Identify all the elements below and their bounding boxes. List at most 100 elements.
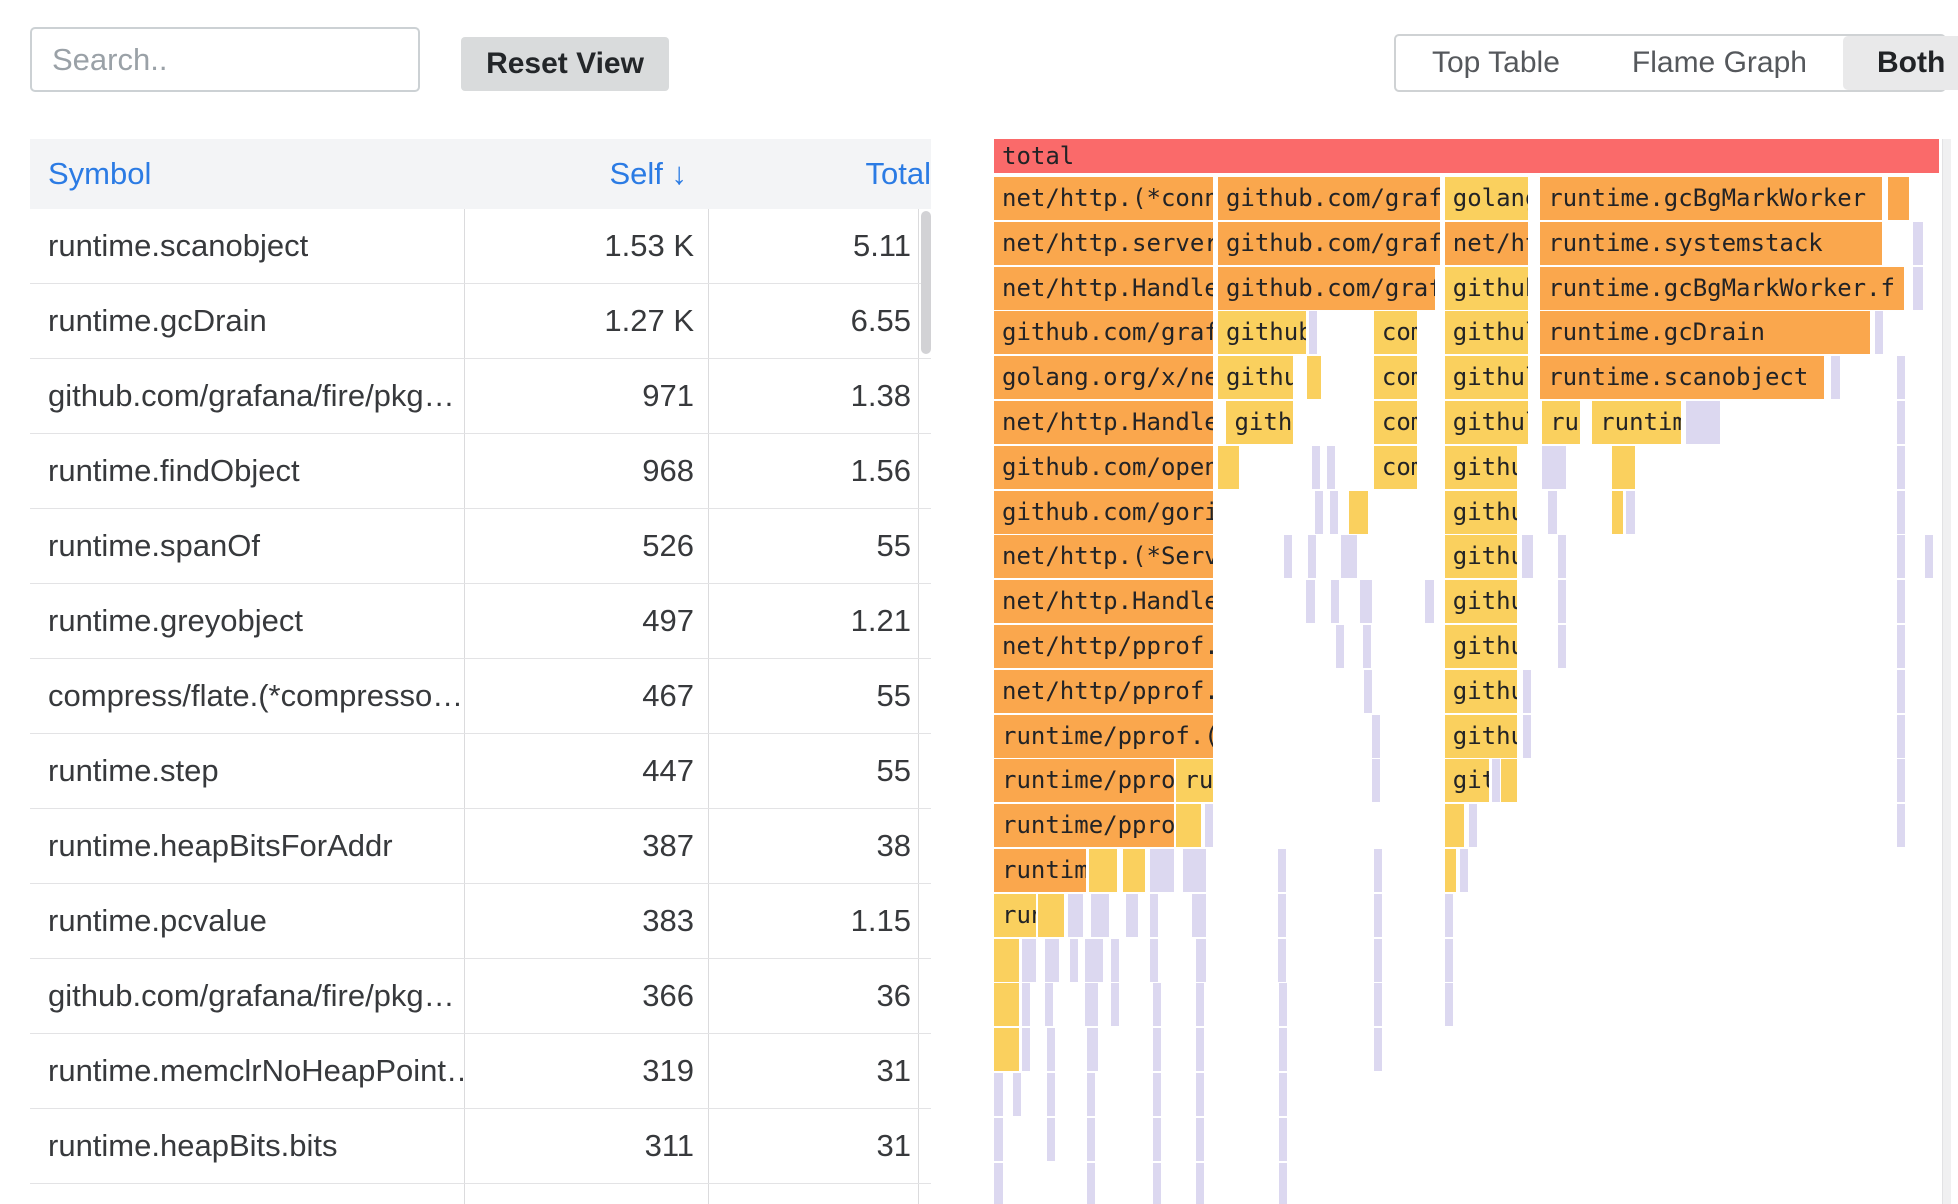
flame-bar[interactable]: github bbox=[1445, 267, 1528, 310]
flame-bar[interactable] bbox=[1897, 804, 1905, 847]
flame-bar[interactable] bbox=[1153, 1028, 1161, 1071]
toggle-option-top-table[interactable]: Top Table bbox=[1396, 36, 1596, 90]
table-row[interactable]: runtime.greyobject4971.21 bbox=[30, 584, 931, 659]
column-header-self[interactable]: Self ↓ bbox=[465, 139, 709, 209]
flame-bar[interactable]: runtime.gcBgMarkWorker.f bbox=[1540, 267, 1904, 310]
table-row[interactable]: runtime.gcDrain1.27 K6.55 bbox=[30, 284, 931, 359]
flame-bar[interactable] bbox=[1558, 580, 1566, 623]
flame-bar[interactable] bbox=[994, 1163, 1003, 1204]
flame-bar[interactable] bbox=[1205, 804, 1214, 847]
flame-bar[interactable] bbox=[1013, 1073, 1021, 1116]
flame-bar[interactable] bbox=[1897, 715, 1905, 758]
table-row[interactable]: runtime.memclrNoHeapPoint…31931 bbox=[30, 1034, 931, 1109]
flame-bar[interactable]: github.com/gori bbox=[994, 491, 1213, 534]
flame-bar[interactable] bbox=[1087, 1073, 1095, 1116]
flame-bar[interactable] bbox=[1364, 670, 1372, 713]
flame-bar[interactable] bbox=[1070, 939, 1078, 982]
flame-bar[interactable] bbox=[1897, 625, 1905, 668]
flame-bar[interactable] bbox=[1150, 849, 1174, 892]
flame-bar[interactable] bbox=[1897, 356, 1905, 399]
flame-bar[interactable] bbox=[1349, 491, 1368, 534]
flame-bar[interactable]: git bbox=[1445, 759, 1489, 802]
flame-bar[interactable] bbox=[1612, 491, 1623, 534]
flame-bar[interactable] bbox=[1501, 759, 1517, 802]
flame-bar[interactable]: githu bbox=[1445, 491, 1517, 534]
flame-bar[interactable] bbox=[1087, 1163, 1095, 1204]
flame-bar[interactable] bbox=[1307, 356, 1321, 399]
table-row[interactable]: github.com/grafana/fire/pkg…36636 bbox=[30, 959, 931, 1034]
flame-bar[interactable] bbox=[1308, 535, 1316, 578]
flame-bar[interactable] bbox=[1153, 983, 1161, 1026]
flame-bar[interactable] bbox=[1445, 804, 1464, 847]
flame-bar[interactable] bbox=[1111, 983, 1119, 1026]
flame-bar[interactable]: com bbox=[1374, 356, 1417, 399]
flame-bar[interactable] bbox=[1336, 625, 1344, 668]
flame-bar[interactable] bbox=[1831, 356, 1840, 399]
flame-bar[interactable]: runtime/ppro bbox=[994, 759, 1174, 802]
flame-bar[interactable]: githul bbox=[1445, 356, 1528, 399]
flame-bar[interactable] bbox=[1085, 983, 1098, 1026]
column-header-total[interactable]: Total bbox=[709, 139, 931, 209]
flame-bar[interactable] bbox=[1183, 849, 1206, 892]
flame-bar[interactable] bbox=[1045, 939, 1059, 982]
table-row[interactable]: github.com/grafana/fire/pkg…9711.38 bbox=[30, 359, 931, 434]
flame-bar[interactable] bbox=[1558, 625, 1566, 668]
flame-bar[interactable] bbox=[1087, 1028, 1098, 1071]
flame-bar[interactable] bbox=[1022, 983, 1030, 1026]
flame-bar[interactable] bbox=[1089, 849, 1117, 892]
flame-bar[interactable]: net/http.Handler bbox=[994, 267, 1213, 310]
flame-bar[interactable] bbox=[1327, 446, 1335, 489]
flame-bar[interactable] bbox=[1897, 446, 1905, 489]
flame-bar[interactable] bbox=[1123, 849, 1146, 892]
flame-bar[interactable] bbox=[1153, 1163, 1161, 1204]
table-row[interactable]: runtime.spanOf52655 bbox=[30, 509, 931, 584]
flame-bar[interactable] bbox=[1374, 894, 1382, 937]
flame-bar[interactable] bbox=[1315, 491, 1323, 534]
flame-bar[interactable] bbox=[1196, 1118, 1204, 1161]
flame-bar[interactable]: com bbox=[1374, 446, 1417, 489]
flame-bar[interactable]: runtime/pprof.(* bbox=[994, 715, 1213, 758]
flame-bar[interactable] bbox=[994, 1073, 1003, 1116]
flame-bar[interactable] bbox=[1126, 894, 1137, 937]
flame-bar[interactable]: com bbox=[1374, 401, 1417, 444]
flame-bar[interactable]: githu bbox=[1445, 625, 1517, 668]
flame-bar[interactable] bbox=[1047, 1118, 1055, 1161]
flame-bar[interactable] bbox=[1196, 1163, 1204, 1204]
flame-bar[interactable] bbox=[1445, 939, 1453, 982]
flame-bar[interactable] bbox=[1913, 222, 1922, 265]
flame-bar[interactable]: net/http.(*Serv bbox=[994, 535, 1213, 578]
flame-bar[interactable]: com bbox=[1374, 311, 1417, 354]
flame-bar[interactable] bbox=[1925, 535, 1933, 578]
toggle-option-both[interactable]: Both bbox=[1843, 36, 1958, 90]
flame-bar[interactable]: run bbox=[994, 894, 1036, 937]
flame-bar[interactable] bbox=[1279, 1073, 1287, 1116]
flame-bar[interactable]: githu bbox=[1445, 535, 1517, 578]
flame-bar[interactable]: runtime bbox=[994, 849, 1086, 892]
flame-bar[interactable]: githu bbox=[1445, 580, 1517, 623]
flame-bar[interactable] bbox=[1196, 1073, 1204, 1116]
flame-bar[interactable] bbox=[1374, 983, 1382, 1026]
flame-bar[interactable]: net/http.(*conn) bbox=[994, 177, 1213, 220]
flame-bar[interactable] bbox=[1022, 939, 1035, 982]
flame-bar[interactable] bbox=[1360, 580, 1372, 623]
flame-bar[interactable] bbox=[1330, 491, 1338, 534]
flame-bar[interactable] bbox=[1897, 535, 1905, 578]
flame-bar[interactable] bbox=[1469, 804, 1477, 847]
flame-bar[interactable]: runtime.systemstack bbox=[1540, 222, 1882, 265]
flame-bar[interactable] bbox=[1363, 625, 1371, 668]
flame-bar[interactable] bbox=[1068, 894, 1083, 937]
table-row[interactable]: runtime.findObject9681.56 bbox=[30, 434, 931, 509]
flame-bar[interactable]: net/http.Handle bbox=[994, 580, 1213, 623]
flame-bar[interactable] bbox=[1306, 580, 1315, 623]
flame-bar[interactable] bbox=[1425, 580, 1434, 623]
flame-bar[interactable]: github bbox=[1218, 311, 1306, 354]
flame-bar[interactable] bbox=[1523, 670, 1531, 713]
flame-bar[interactable] bbox=[1047, 1028, 1055, 1071]
flame-bar[interactable] bbox=[1192, 894, 1205, 937]
flame-bar[interactable] bbox=[1331, 580, 1339, 623]
flame-bar[interactable]: net/http/pprof.I bbox=[994, 625, 1213, 668]
table-row[interactable]: runtime.pcvalue3831.15 bbox=[30, 884, 931, 959]
flame-bar[interactable]: run bbox=[1176, 759, 1213, 802]
flame-bar[interactable] bbox=[1196, 983, 1204, 1026]
flame-bar[interactable] bbox=[994, 983, 1019, 1026]
